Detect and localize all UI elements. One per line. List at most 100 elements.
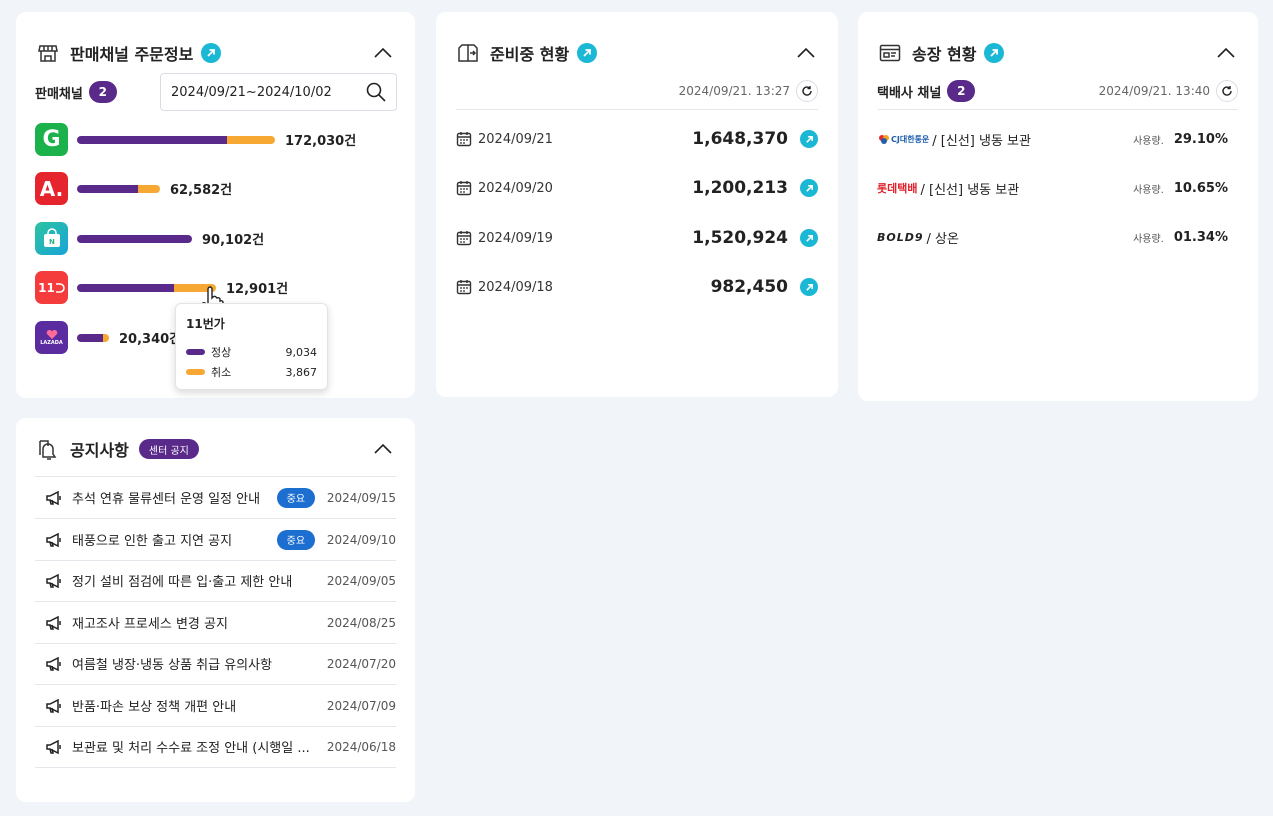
tooltip-cancel-row: 취소 3,867 <box>186 362 317 382</box>
channel-row[interactable]: 11 12,901건 <box>35 271 288 304</box>
courier-header: 택배사 채널 2 2024/09/21. 13:40 <box>877 79 1238 103</box>
usage-value: 10.65% <box>1173 180 1228 196</box>
notice-title: 여름철 냉장·냉동 상품 취급 유의사항 <box>72 658 273 673</box>
channel-count-badge: 2 <box>88 81 117 103</box>
usage-label: 사용량. <box>1133 233 1164 245</box>
usage-value: 01.34% <box>1173 229 1228 245</box>
tooltip-normal-row: 정상 9,034 <box>186 342 317 362</box>
courier-count-badge: 2 <box>947 80 976 102</box>
notice-row[interactable]: 보관료 및 처리 수수료 조정 안내 (시행일 ... 2024/06/18 <box>35 726 396 768</box>
prep-value: 1,648,370 <box>692 129 788 149</box>
courier-label: 택배사 채널 <box>877 85 942 101</box>
notice-title: 태풍으로 인한 출고 지연 공지 <box>72 534 233 549</box>
calendar-icon <box>456 280 472 295</box>
calendar-icon <box>456 181 472 196</box>
chevron-up-icon[interactable] <box>371 41 395 65</box>
chevron-up-icon[interactable] <box>371 437 395 461</box>
notice-date: 2024/09/10 <box>326 532 396 547</box>
notice-row[interactable]: 반품·파손 보상 정책 개편 안내 2024/07/09 <box>35 685 396 727</box>
notice-row[interactable]: 추석 연휴 물류센터 운영 일정 안내 중요 2024/09/15 <box>35 477 396 519</box>
notice-title: 추석 연휴 물류센터 운영 일정 안내 <box>72 492 261 507</box>
courier-row[interactable]: CJ대한통운 / [신선] 냉동 보관 사용량. 29.10% <box>877 128 1228 150</box>
megaphone-icon <box>46 490 61 505</box>
notice-row[interactable]: 정기 설비 점검에 따른 입·출고 제한 안내 2024/09/05 <box>35 560 396 602</box>
card-title: 판매채널 주문정보 <box>70 45 194 64</box>
notice-date: 2024/07/20 <box>326 656 396 671</box>
courier-row[interactable]: 롯데택배 / [신선] 냉동 보관 사용량. 10.65% <box>877 177 1228 199</box>
search-icon[interactable] <box>366 82 386 102</box>
usage-value: 29.10% <box>1173 131 1228 147</box>
updated-time-text: 2024/09/21. 13:40 <box>1098 84 1210 98</box>
channel-value: 90,102건 <box>202 233 265 248</box>
invoice-icon <box>878 41 902 65</box>
refresh-icon[interactable] <box>796 80 818 102</box>
divider <box>878 109 1238 110</box>
open-link-icon[interactable] <box>201 43 222 63</box>
calendar-icon <box>456 132 472 147</box>
card-header: 공지사항 센터 공지 <box>36 426 395 472</box>
invoice-status-card: 송장 현황 택배사 채널 2 2024/09/21. 13:40 CJ대한통운 … <box>858 12 1258 401</box>
prep-date: 2024/09/21 <box>478 131 553 147</box>
courier-name: / 상온 <box>926 231 959 247</box>
refresh-icon[interactable] <box>1216 80 1238 102</box>
lazada-logo: LAZADA <box>35 321 68 354</box>
tooltip-normal-label: 정상 <box>211 346 232 359</box>
box-transfer-icon <box>456 41 480 65</box>
megaphone-icon <box>46 698 61 713</box>
notice-row[interactable]: 여름철 냉장·냉동 상품 취급 유의사항 2024/07/20 <box>35 643 396 685</box>
notice-date: 2024/07/09 <box>326 698 396 713</box>
megaphone-icon <box>46 573 61 588</box>
channel-value: 12,901건 <box>226 282 289 297</box>
tooltip-cancel-label: 취소 <box>211 366 232 379</box>
notice-date: 2024/08/25 <box>326 615 396 630</box>
lazada-logo-text: LAZADA <box>40 339 63 346</box>
prep-row: 2024/09/21 1,648,370 <box>456 127 818 151</box>
channel-row[interactable]: N 90,102건 <box>35 222 264 255</box>
open-link-icon[interactable] <box>800 229 818 247</box>
open-link-icon[interactable] <box>800 179 818 197</box>
bell-icon <box>36 437 60 461</box>
naver-n-mark: N <box>49 238 55 246</box>
channel-bar[interactable] <box>77 283 216 292</box>
courier-row[interactable]: BOLD9 / 상온 사용량. 01.34% <box>877 226 1228 248</box>
channel-bar[interactable] <box>77 234 192 243</box>
notice-title: 정기 설비 점검에 따른 입·출고 제한 안내 <box>72 575 293 590</box>
megaphone-icon <box>46 615 61 630</box>
notice-title: 재고조사 프로세스 변경 공지 <box>72 617 228 632</box>
megaphone-icon <box>46 532 61 547</box>
channel-tooltip: 11번가 정상 9,034 취소 3,867 <box>175 303 328 390</box>
cj-logo: CJ대한통운 <box>877 132 929 146</box>
notice-title: 보관료 및 처리 수수료 조정 안내 (시행일 ... <box>72 741 310 756</box>
bold9-logo: BOLD9 <box>877 230 924 244</box>
channel-bar[interactable] <box>77 184 160 193</box>
notice-row[interactable]: 재고조사 프로세스 변경 공지 2024/08/25 <box>35 602 396 644</box>
card-header: 판매채널 주문정보 <box>36 30 395 76</box>
card-title: 송장 현황 <box>912 45 977 64</box>
11st-logo-text: 11 <box>38 280 55 295</box>
open-link-icon[interactable] <box>577 43 598 63</box>
updated-time: 2024/09/21. 13:27 <box>679 80 818 102</box>
channel-label: 판매채널 <box>35 86 83 102</box>
open-link-icon[interactable] <box>800 130 818 148</box>
date-range-value: 2024/09/21~2024/10/02 <box>171 84 332 100</box>
updated-time: 2024/09/21. 13:40 <box>1099 80 1238 102</box>
prep-row: 2024/09/20 1,200,213 <box>456 176 818 200</box>
tooltip-title: 11번가 <box>186 317 225 331</box>
chevron-up-icon[interactable] <box>794 41 818 65</box>
channel-bar[interactable] <box>77 333 109 342</box>
channel-row[interactable]: G 172,030건 <box>35 123 356 156</box>
open-link-icon[interactable] <box>800 278 818 296</box>
notice-date: 2024/09/05 <box>326 573 396 588</box>
date-range-input[interactable]: 2024/09/21~2024/10/02 <box>160 73 397 111</box>
updated-time-text: 2024/09/21. 13:27 <box>678 84 790 98</box>
channel-bar[interactable] <box>77 135 275 144</box>
notice-row[interactable]: 태풍으로 인한 출고 지연 공지 중요 2024/09/10 <box>35 519 396 561</box>
chevron-up-icon[interactable] <box>1214 41 1238 65</box>
card-header: 준비중 현황 <box>456 30 818 76</box>
channel-row[interactable]: A. 62,582건 <box>35 172 232 205</box>
important-badge: 중요 <box>276 487 315 508</box>
open-link-icon[interactable] <box>984 43 1005 63</box>
gmarket-logo: G <box>35 123 68 156</box>
channel-row[interactable]: LAZADA 20,340건 <box>35 321 181 354</box>
megaphone-icon <box>46 656 61 671</box>
